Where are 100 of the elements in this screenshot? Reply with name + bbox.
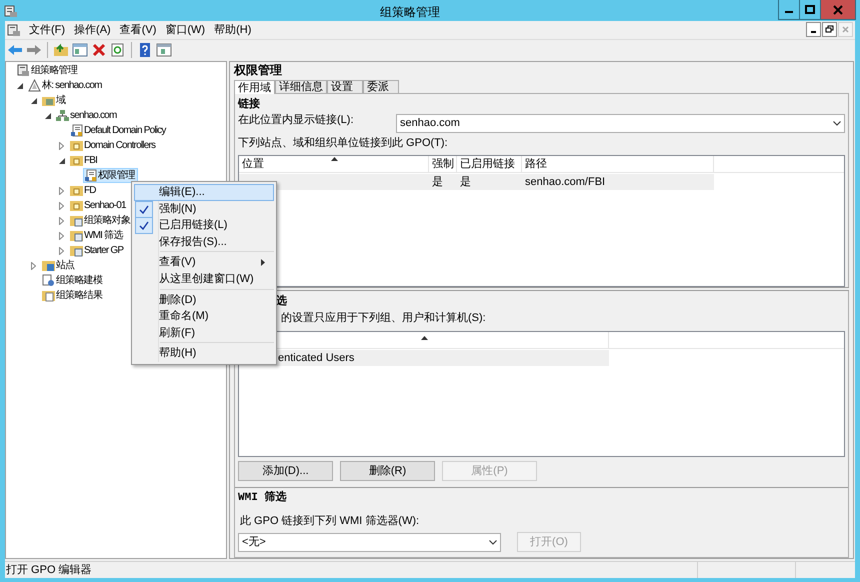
collapse-triangle-icon[interactable] bbox=[31, 98, 37, 104]
tree-item[interactable]: Starter GP bbox=[69, 243, 126, 258]
button[interactable]: 删除(R) bbox=[340, 461, 435, 481]
menu-item[interactable]: 刷新(F) bbox=[134, 324, 274, 342]
menu-item-label: 保存报告(S)... bbox=[159, 234, 227, 250]
folder-icon bbox=[70, 229, 83, 242]
tree-item[interactable]: 站点 bbox=[41, 258, 78, 273]
minimize-icon bbox=[785, 11, 793, 13]
menu-item-label: 已启用链接(L) bbox=[159, 218, 228, 234]
pane-icon[interactable] bbox=[72, 42, 88, 56]
chevron-down-icon bbox=[489, 540, 497, 544]
tab[interactable]: 作用域 bbox=[234, 80, 275, 94]
pane-icon[interactable] bbox=[156, 42, 172, 56]
menu-item[interactable]: 查看(V) bbox=[134, 254, 274, 271]
menu-item-label: 重命名(M) bbox=[159, 309, 208, 324]
document-icon bbox=[70, 124, 83, 137]
minimize-button[interactable] bbox=[778, 0, 800, 20]
maximize-button[interactable] bbox=[800, 0, 821, 20]
menu-item-label: 从这里创建窗口(W) bbox=[159, 272, 254, 288]
tree-item[interactable]: 组策略结果 bbox=[41, 288, 106, 303]
triangle-icon bbox=[28, 79, 41, 92]
section-heading: WMI 筛选 bbox=[238, 490, 288, 506]
restore-button[interactable] bbox=[822, 22, 837, 37]
menu-item[interactable]: 强制(N) bbox=[134, 200, 274, 218]
menu-item[interactable]: 窗口(W) bbox=[161, 22, 210, 38]
location-dropdown[interactable]: senhao.com bbox=[396, 114, 845, 132]
close-button[interactable] bbox=[821, 0, 856, 20]
maximize-icon bbox=[805, 5, 815, 14]
field-label: 下列站点、域和组织单位链接到此 GPO(T): bbox=[238, 136, 449, 151]
section-heading: 链接 bbox=[238, 96, 261, 112]
collapse-triangle-icon[interactable] bbox=[45, 112, 51, 118]
close-icon bbox=[833, 4, 843, 14]
tree-item-label: WMI 筛选 bbox=[84, 229, 123, 242]
tab[interactable]: 详细信息 bbox=[275, 80, 327, 93]
tree-item-label: 组策略结果 bbox=[56, 289, 102, 302]
expand-triangle-icon[interactable] bbox=[59, 246, 64, 254]
table-cell-text: 是 bbox=[459, 175, 472, 190]
menu-item[interactable]: 删除(D) bbox=[134, 292, 274, 308]
column-header[interactable]: 强制 bbox=[429, 156, 457, 172]
tree-item[interactable]: WMI 筛选 bbox=[69, 228, 126, 243]
document-icon bbox=[84, 169, 97, 182]
tree-item[interactable]: Senhao-01 bbox=[69, 198, 129, 213]
folder-icon bbox=[70, 139, 83, 152]
table-row[interactable]: 是 是 senhao.com/FBI bbox=[239, 174, 714, 190]
expand-triangle-icon[interactable] bbox=[31, 262, 36, 270]
tree-item-label: FD bbox=[84, 184, 96, 197]
menu-item[interactable]: 保存报告(S)... bbox=[134, 234, 274, 250]
column-header[interactable]: 路径 bbox=[522, 156, 714, 172]
panel-title: 权限管理 bbox=[234, 62, 283, 79]
menu-item[interactable]: 重命名(M) bbox=[134, 308, 274, 325]
column-header[interactable]: 位置 bbox=[239, 156, 429, 172]
folder-icon bbox=[70, 154, 83, 167]
tree-item[interactable]: FBI bbox=[69, 153, 100, 168]
tree-item-label: Starter GP bbox=[84, 244, 124, 257]
tree-item[interactable]: 权限管理 bbox=[83, 168, 138, 183]
help-icon[interactable] bbox=[137, 42, 153, 56]
button[interactable]: 添加(D)... bbox=[238, 461, 333, 481]
tree-item[interactable]: 组策略建模 bbox=[41, 273, 106, 288]
forward-arrow-icon[interactable] bbox=[26, 42, 42, 56]
expand-triangle-icon[interactable] bbox=[59, 186, 64, 194]
tree-item[interactable]: 组策略管理 bbox=[16, 63, 80, 78]
menu-item[interactable]: 操作(A) bbox=[70, 22, 115, 38]
wmi-filter-dropdown[interactable]: <无> bbox=[238, 532, 501, 552]
tree-item[interactable]: 组策略对象 bbox=[69, 213, 134, 228]
tree-item[interactable]: Default Domain Policy bbox=[69, 123, 169, 138]
expand-triangle-icon[interactable] bbox=[59, 232, 64, 240]
tree-item-label: 组策略对象 bbox=[84, 214, 130, 227]
menu-item[interactable]: 帮助(H) bbox=[210, 22, 256, 38]
menu-item[interactable]: 已启用链接(L) bbox=[134, 217, 274, 234]
tree-item[interactable]: FD bbox=[69, 183, 99, 198]
up-folder-icon[interactable] bbox=[53, 42, 69, 56]
menu-item[interactable]: 编辑(E)... bbox=[134, 184, 274, 201]
tab[interactable]: 委派 bbox=[363, 80, 399, 93]
folder-icon bbox=[70, 184, 83, 197]
expand-triangle-icon[interactable] bbox=[59, 202, 64, 210]
collapse-triangle-icon[interactable] bbox=[59, 158, 65, 164]
tree-item-label: 域 bbox=[56, 94, 66, 107]
menu-item[interactable]: 文件(F) bbox=[25, 22, 70, 38]
refresh-icon[interactable] bbox=[110, 42, 126, 56]
delete-icon[interactable] bbox=[91, 42, 107, 56]
menu-item[interactable]: 查看(V) bbox=[116, 22, 160, 38]
sort-arrow-icon bbox=[421, 336, 428, 340]
tree-item[interactable]: senhao.com bbox=[55, 108, 120, 123]
menu-item[interactable]: 从这里创建窗口(W) bbox=[134, 270, 274, 288]
column-header[interactable]: 已启用链接 bbox=[457, 156, 522, 172]
collapse-triangle-icon[interactable] bbox=[17, 82, 23, 88]
tree-item[interactable]: 域 bbox=[41, 93, 68, 108]
document-icon bbox=[42, 274, 55, 287]
folder-icon bbox=[42, 259, 55, 272]
tree-item[interactable]: 林: senhao.com bbox=[27, 78, 105, 93]
expand-triangle-icon[interactable] bbox=[59, 216, 64, 224]
tree-item-label: 站点 bbox=[56, 259, 74, 272]
minimize-button[interactable] bbox=[806, 22, 821, 37]
table-row[interactable]: enticated Users bbox=[239, 350, 609, 366]
expand-triangle-icon[interactable] bbox=[59, 142, 64, 150]
back-arrow-icon[interactable] bbox=[7, 42, 23, 56]
document-icon[interactable] bbox=[7, 23, 21, 37]
tab[interactable]: 设置 bbox=[327, 80, 363, 93]
tree-item[interactable]: Domain Controllers bbox=[69, 138, 158, 153]
menu-item-label: 帮助(H) bbox=[159, 346, 196, 362]
